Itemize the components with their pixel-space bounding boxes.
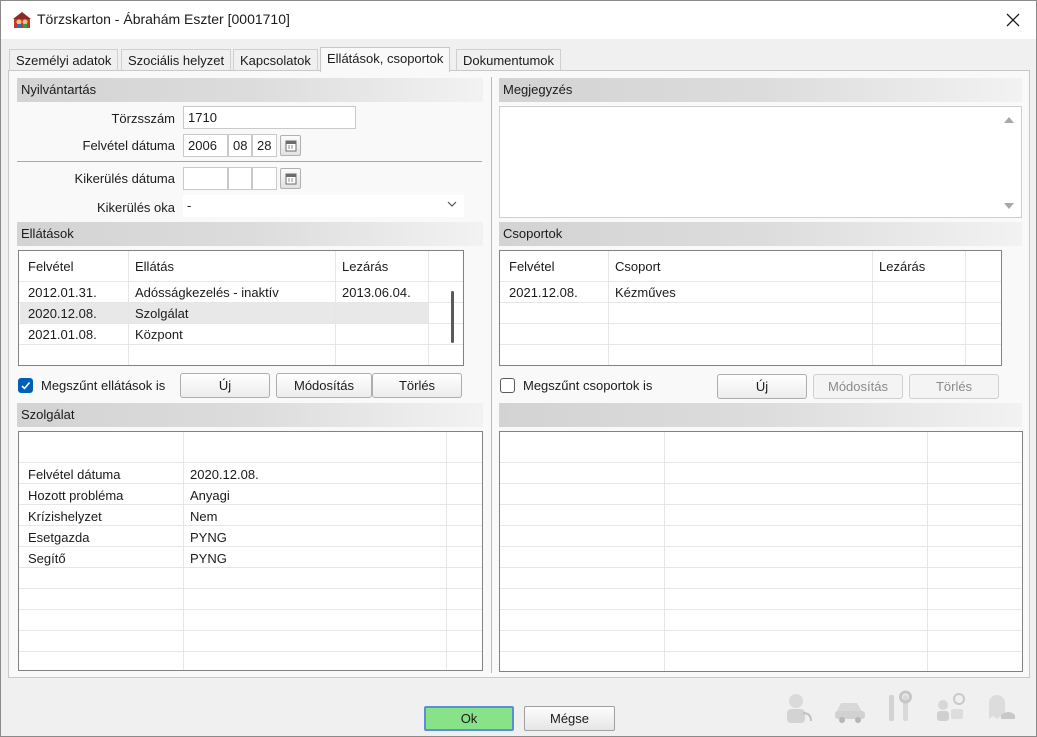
table-cell[interactable]: 2013.06.04.	[342, 282, 411, 304]
felvetel-year-input[interactable]: 2006	[183, 134, 228, 157]
table-cell[interactable]: Adósságkezelés - inaktív	[135, 282, 279, 304]
table-row[interactable]: Segítő	[28, 548, 66, 570]
csoport-edit-button[interactable]: Módosítás	[813, 374, 903, 399]
calendar-icon	[285, 173, 296, 184]
megszunt-csoportok-checkbox[interactable]	[500, 378, 515, 393]
table-cell[interactable]: Nem	[190, 506, 217, 528]
table-row[interactable]: 2020.12.08.	[28, 303, 97, 325]
felvetel-month-input[interactable]: 08	[228, 134, 252, 157]
felvetel-datuma-label: Felvétel dátuma	[82, 138, 176, 153]
felvetel-day-input[interactable]: 28	[252, 134, 277, 157]
table-row[interactable]: Krízishelyzet	[28, 506, 102, 528]
csoportok-header: Csoportok	[499, 222, 1022, 246]
table-row[interactable]: Felvétel dátuma	[28, 464, 121, 486]
ellatasok-col-lezaras[interactable]: Lezárás	[342, 256, 388, 278]
section-divider	[17, 161, 482, 162]
ok-button[interactable]: Ok	[424, 706, 514, 731]
ellatas-new-button[interactable]: Új	[180, 373, 270, 398]
kikerules-day-input[interactable]	[252, 167, 277, 190]
megszunt-ellatasok-label[interactable]: Megszűnt ellátások is	[41, 378, 165, 393]
scroll-down-icon[interactable]	[1003, 201, 1015, 211]
title-bar: Törzskarton - Ábrahám Eszter [0001710]	[1, 1, 1036, 39]
ellatasok-col-felvetel[interactable]: Felvétel	[28, 256, 74, 278]
tab-szemelyi-adatok[interactable]: Személyi adatok	[9, 49, 119, 71]
kikerules-datuma-label: Kikerülés dátuma	[74, 171, 175, 186]
szolgalat-table: Felvétel dátuma 2020.12.08. Hozott probl…	[18, 431, 483, 671]
close-icon	[1006, 13, 1020, 27]
csoport-new-button[interactable]: Új	[717, 374, 807, 399]
ellatasok-col-ellatas[interactable]: Ellátás	[135, 256, 174, 278]
panel-splitter[interactable]	[491, 77, 492, 673]
close-button[interactable]	[1000, 7, 1026, 33]
tab-page: Nyilvántartás Törzsszám 1710 Felvétel dá…	[8, 70, 1030, 678]
ellatasok-table: Felvétel Ellátás Lezárás 2012.01.31. Adó…	[18, 250, 464, 366]
table-row[interactable]: Hozott probléma	[28, 485, 123, 507]
table-row[interactable]: 2021.01.08.	[28, 324, 97, 346]
tab-ellatasok-csoportok[interactable]: Ellátások, csoportok	[320, 47, 451, 72]
table-cell[interactable]: Kézműves	[615, 282, 676, 304]
table-cell[interactable]: Szolgálat	[135, 303, 188, 325]
vertical-scrollbar-thumb[interactable]	[451, 291, 454, 343]
table-row[interactable]: Esetgazda	[28, 527, 89, 549]
table-cell[interactable]: Központ	[135, 324, 183, 346]
table-cell[interactable]: PYNG	[190, 527, 227, 549]
tab-kapcsolatok[interactable]: Kapcsolatok	[233, 49, 318, 71]
table-cell[interactable]: Anyagi	[190, 485, 230, 507]
ellatasok-header: Ellátások	[17, 222, 483, 246]
house-people-icon	[13, 12, 31, 28]
calendar-icon	[285, 140, 296, 151]
checkmark-icon	[21, 381, 31, 390]
ghost-hand-icon[interactable]	[981, 689, 1019, 727]
megszunt-csoportok-label[interactable]: Megszűnt csoportok is	[523, 378, 652, 393]
dialog-window: Törzskarton - Ábrahám Eszter [0001710] S…	[0, 0, 1037, 737]
kikerules-oka-select[interactable]: -	[183, 195, 464, 217]
nyilvantartas-header: Nyilvántartás	[17, 78, 483, 102]
tools-icon[interactable]	[881, 689, 919, 727]
table-cell[interactable]: PYNG	[190, 548, 227, 570]
ellatas-delete-button[interactable]: Törlés	[372, 373, 462, 398]
scroll-up-icon[interactable]	[1003, 115, 1015, 125]
kikerules-oka-value: -	[187, 198, 192, 213]
torzsszam-input[interactable]: 1710	[183, 106, 356, 129]
ellatas-edit-button[interactable]: Módosítás	[276, 373, 372, 398]
window-title: Törzskarton - Ábrahám Eszter [0001710]	[37, 11, 290, 27]
tab-dokumentumok[interactable]: Dokumentumok	[456, 49, 562, 71]
csoportok-col-felvetel[interactable]: Felvétel	[509, 256, 555, 278]
csoportok-table: Felvétel Csoport Lezárás 2021.12.08. Kéz…	[499, 250, 1002, 366]
csoportok-col-csoport[interactable]: Csoport	[615, 256, 661, 278]
table-row[interactable]: 2012.01.31.	[28, 282, 97, 304]
csoport-delete-button[interactable]: Törlés	[909, 374, 999, 399]
people-exchange-icon[interactable]	[931, 689, 969, 727]
kikerules-year-input[interactable]	[183, 167, 228, 190]
tab-szocialis-helyzet[interactable]: Szociális helyzet	[121, 49, 232, 71]
torzsszam-label: Törzsszám	[111, 111, 175, 126]
chevron-down-icon	[447, 201, 457, 207]
megszunt-ellatasok-checkbox[interactable]	[18, 378, 33, 393]
megjegyzes-header: Megjegyzés	[499, 78, 1022, 102]
csoportok-col-lezaras[interactable]: Lezárás	[879, 256, 925, 278]
doctor-icon[interactable]	[781, 689, 819, 727]
table-row[interactable]: 2021.12.08.	[509, 282, 578, 304]
megjegyzes-textarea[interactable]	[499, 106, 1022, 218]
table-cell[interactable]: 2020.12.08.	[190, 464, 259, 486]
felvetel-calendar-button[interactable]	[280, 135, 301, 156]
szolgalat-header: Szolgálat	[17, 403, 483, 427]
car-icon[interactable]	[831, 689, 869, 727]
cancel-button[interactable]: Mégse	[524, 706, 615, 731]
csoport-detail-table	[499, 431, 1023, 672]
kikerules-month-input[interactable]	[228, 167, 252, 190]
kikerules-oka-label: Kikerülés oka	[96, 200, 175, 215]
csoport-detail-header	[499, 403, 1022, 427]
kikerules-calendar-button[interactable]	[280, 168, 301, 189]
